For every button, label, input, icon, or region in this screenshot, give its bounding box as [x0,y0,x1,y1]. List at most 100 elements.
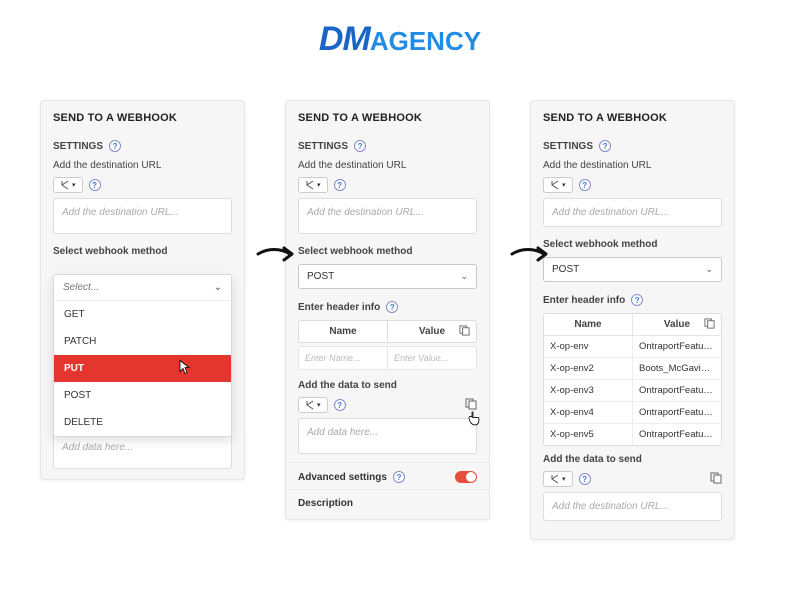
hand-cursor-icon [467,411,481,430]
branch-icon [550,180,560,190]
flow-arrow-icon [510,240,550,274]
help-icon[interactable]: ? [89,179,101,191]
destination-url-input[interactable]: Add the destination URL... [53,198,232,234]
cursor-pointer-icon [177,359,191,378]
settings-label: SETTINGS ? [41,134,244,156]
flow-arrow-icon [256,240,296,274]
help-icon[interactable]: ? [631,294,643,306]
enter-header-text: Enter header info [298,302,380,313]
caret-down-icon: ⌄ [460,271,468,282]
header-name-column: Name [298,320,387,343]
method-option-post[interactable]: POST [54,382,231,409]
help-icon[interactable]: ? [334,179,346,191]
header-row[interactable]: X-op-env3 OntraportFeature18... [544,380,721,402]
help-icon[interactable]: ? [599,140,611,152]
copy-icon[interactable] [710,472,722,487]
help-icon[interactable]: ? [334,399,346,411]
method-select[interactable]: POST ⌄ [298,264,477,289]
panel-title: SEND TO A WEBHOOK [286,101,489,134]
method-option-patch[interactable]: PATCH [54,328,231,355]
method-option-get[interactable]: GET [54,301,231,328]
settings-text: SETTINGS [298,141,348,152]
method-option-put[interactable]: PUT [54,355,231,382]
help-icon[interactable]: ? [109,140,121,152]
merge-field-button[interactable]: ▾ [53,177,83,193]
destination-url-input[interactable]: Add the destination URL... [543,198,722,227]
caret-down-icon: ▾ [72,181,76,189]
merge-field-button[interactable]: ▾ [543,177,573,193]
select-method-caption: Select webhook method [41,242,244,261]
header-row[interactable]: X-op-env OntraportFeature17... [544,336,721,358]
dropdown-placeholder-text: Select... [63,282,99,293]
header-name-cell: X-op-env [544,336,633,357]
branch-icon [60,180,70,190]
webhook-panel-2: SEND TO A WEBHOOK SETTINGS ? Add the des… [285,100,490,520]
select-method-caption: Select webhook method [531,235,734,254]
panel-title: SEND TO A WEBHOOK [531,101,734,134]
header-value-cell: OntraportFeature18... [633,380,721,401]
settings-label: SETTINGS ? [531,134,734,156]
header-value-input[interactable]: Enter Value... [387,346,477,370]
header-value-cell: OntraportFeature17... [633,336,721,357]
branch-icon [305,400,315,410]
select-method-caption: Select webhook method [286,242,489,261]
header-value-column: Value [387,320,477,343]
header-value-cell: OntraportFeature19... [633,402,721,423]
advanced-toggle[interactable] [455,471,477,483]
method-selected-value: POST [307,271,334,282]
help-icon[interactable]: ? [393,471,405,483]
header-value-cell: OntraportFeature20... [633,424,721,445]
help-icon[interactable]: ? [354,140,366,152]
method-selected-value: POST [552,264,579,275]
data-input[interactable]: Add data here... [298,418,477,454]
add-url-caption: Add the destination URL [531,156,734,175]
caret-down-icon: ▾ [317,401,321,409]
data-input[interactable]: Add the destination URL... [543,492,722,521]
enter-header-caption: Enter header info ? [286,297,489,317]
advanced-settings-row: Advanced settings ? [286,462,489,489]
branch-icon [550,474,560,484]
copy-icon[interactable] [459,325,470,339]
help-icon[interactable]: ? [579,473,591,485]
dropdown-placeholder[interactable]: Select... ⌄ [54,275,231,301]
settings-text: SETTINGS [543,141,593,152]
copy-icon[interactable] [704,318,715,332]
panel-title: SEND TO A WEBHOOK [41,101,244,134]
logo-agency: AGENCY [370,26,481,56]
header-row[interactable]: X-op-env5 OntraportFeature20... [544,424,721,445]
brand-logo: DMAGENCY [319,20,481,59]
merge-field-button[interactable]: ▾ [298,177,328,193]
method-select[interactable]: POST ⌄ [543,257,722,282]
settings-text: SETTINGS [53,141,103,152]
caret-down-icon: ⌄ [214,282,222,293]
header-name-column: Name [544,314,633,335]
webhook-panel-1: SEND TO A WEBHOOK SETTINGS ? Add the des… [40,100,245,480]
branch-icon [305,180,315,190]
help-icon[interactable]: ? [579,179,591,191]
header-value-column: Value [633,314,721,335]
destination-url-input[interactable]: Add the destination URL... [298,198,477,234]
add-data-caption: Add the data to send [286,376,489,395]
data-input[interactable]: Add data here... [53,433,232,469]
header-row[interactable]: X-op-env2 Boots_McGavin-78 [544,358,721,380]
settings-label: SETTINGS ? [286,134,489,156]
header-name-input[interactable]: Enter Name... [298,346,387,370]
add-url-caption: Add the destination URL [41,156,244,175]
merge-field-button[interactable]: ▾ [298,397,328,413]
merge-field-button[interactable]: ▾ [543,471,573,487]
caret-down-icon: ▾ [317,181,321,189]
advanced-settings-label: Advanced settings [298,472,387,483]
add-url-caption: Add the destination URL [286,156,489,175]
method-dropdown-open: Select... ⌄ GET PATCH PUT POST DELETE [53,274,232,437]
header-value-text: Value [419,326,445,337]
method-option-delete[interactable]: DELETE [54,409,231,436]
help-icon[interactable]: ? [386,301,398,313]
headers-table: Name Value X-op-env OntraportFeature17..… [543,313,722,446]
description-label: Description [286,489,489,519]
header-row[interactable]: X-op-env4 OntraportFeature19... [544,402,721,424]
method-option-put-text: PUT [64,363,84,374]
header-name-cell: X-op-env2 [544,358,633,379]
add-data-caption: Add the data to send [531,450,734,469]
header-name-cell: X-op-env5 [544,424,633,445]
caret-down-icon: ▾ [562,475,566,483]
